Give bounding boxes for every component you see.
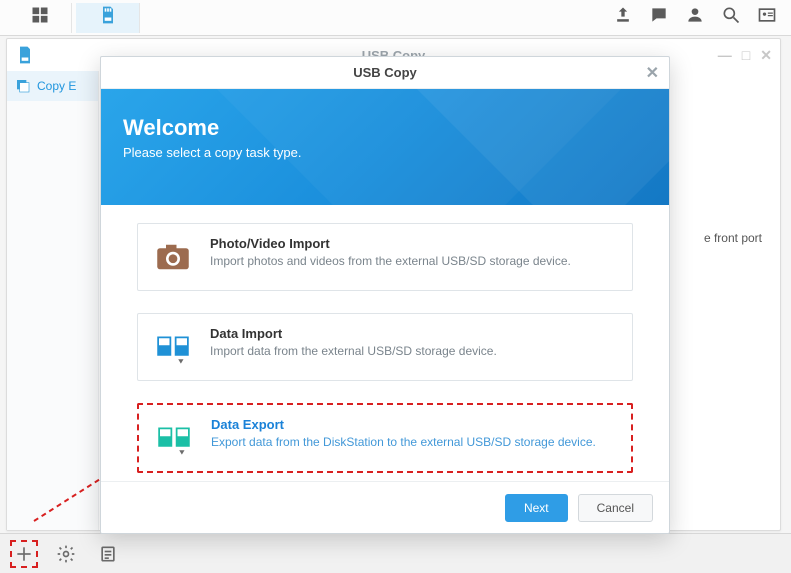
choice-title: Data Export bbox=[211, 417, 617, 432]
dialog-title-text: USB Copy bbox=[353, 65, 417, 80]
bottom-toolbar bbox=[0, 533, 791, 573]
choice-data-export[interactable]: Data Export Export data from the DiskSta… bbox=[137, 403, 633, 473]
task-type-list: Photo/Video Import Import photos and vid… bbox=[101, 205, 669, 481]
apps-button[interactable] bbox=[8, 3, 72, 33]
minimize-button[interactable]: — bbox=[718, 47, 732, 64]
choice-desc: Import data from the external USB/SD sto… bbox=[210, 343, 618, 360]
system-toolbar bbox=[0, 0, 791, 36]
sidebar-item-label: Copy E bbox=[37, 79, 76, 93]
id-card-icon[interactable] bbox=[757, 5, 777, 30]
hero-subtext: Please select a copy task type. bbox=[123, 145, 647, 160]
choice-data-import[interactable]: Data Import Import data from the externa… bbox=[137, 313, 633, 381]
sd-card-icon bbox=[98, 5, 118, 30]
next-button[interactable]: Next bbox=[505, 494, 568, 522]
choice-desc: Import photos and videos from the extern… bbox=[210, 253, 618, 270]
sidebar: Copy E bbox=[7, 71, 99, 530]
search-icon[interactable] bbox=[721, 5, 741, 30]
choice-title: Data Import bbox=[210, 326, 618, 341]
choice-photo-video-import[interactable]: Photo/Video Import Import photos and vid… bbox=[137, 223, 633, 291]
dialog-hero: Welcome Please select a copy task type. bbox=[101, 89, 669, 205]
drives-export-icon bbox=[153, 417, 195, 459]
usbcopy-task-button[interactable] bbox=[76, 3, 140, 33]
add-task-button[interactable] bbox=[10, 540, 38, 568]
app-icon bbox=[15, 45, 35, 68]
user-icon[interactable] bbox=[685, 5, 705, 30]
cancel-button[interactable]: Cancel bbox=[578, 494, 653, 522]
maximize-button[interactable]: □ bbox=[742, 47, 750, 64]
dialog-titlebar: USB Copy ✕ bbox=[101, 57, 669, 89]
drives-import-icon bbox=[152, 326, 194, 368]
dialog-footer: Next Cancel bbox=[101, 481, 669, 533]
settings-button[interactable] bbox=[52, 540, 80, 568]
choice-title: Photo/Video Import bbox=[210, 236, 618, 251]
chat-icon[interactable] bbox=[649, 5, 669, 30]
content-text-fragment: e front port bbox=[704, 231, 762, 245]
apps-icon bbox=[30, 5, 50, 30]
list-button[interactable] bbox=[94, 540, 122, 568]
choice-desc: Export data from the DiskStation to the … bbox=[211, 434, 617, 451]
window-controls: — □ ✕ bbox=[718, 47, 772, 64]
close-button[interactable]: ✕ bbox=[760, 47, 772, 64]
task-type-dialog: USB Copy ✕ Welcome Please select a copy … bbox=[100, 56, 670, 534]
camera-icon bbox=[152, 236, 194, 278]
upload-icon[interactable] bbox=[613, 5, 633, 30]
sidebar-item-copy[interactable]: Copy E bbox=[7, 71, 98, 101]
dialog-close-button[interactable]: ✕ bbox=[646, 63, 659, 83]
hero-heading: Welcome bbox=[123, 115, 647, 141]
